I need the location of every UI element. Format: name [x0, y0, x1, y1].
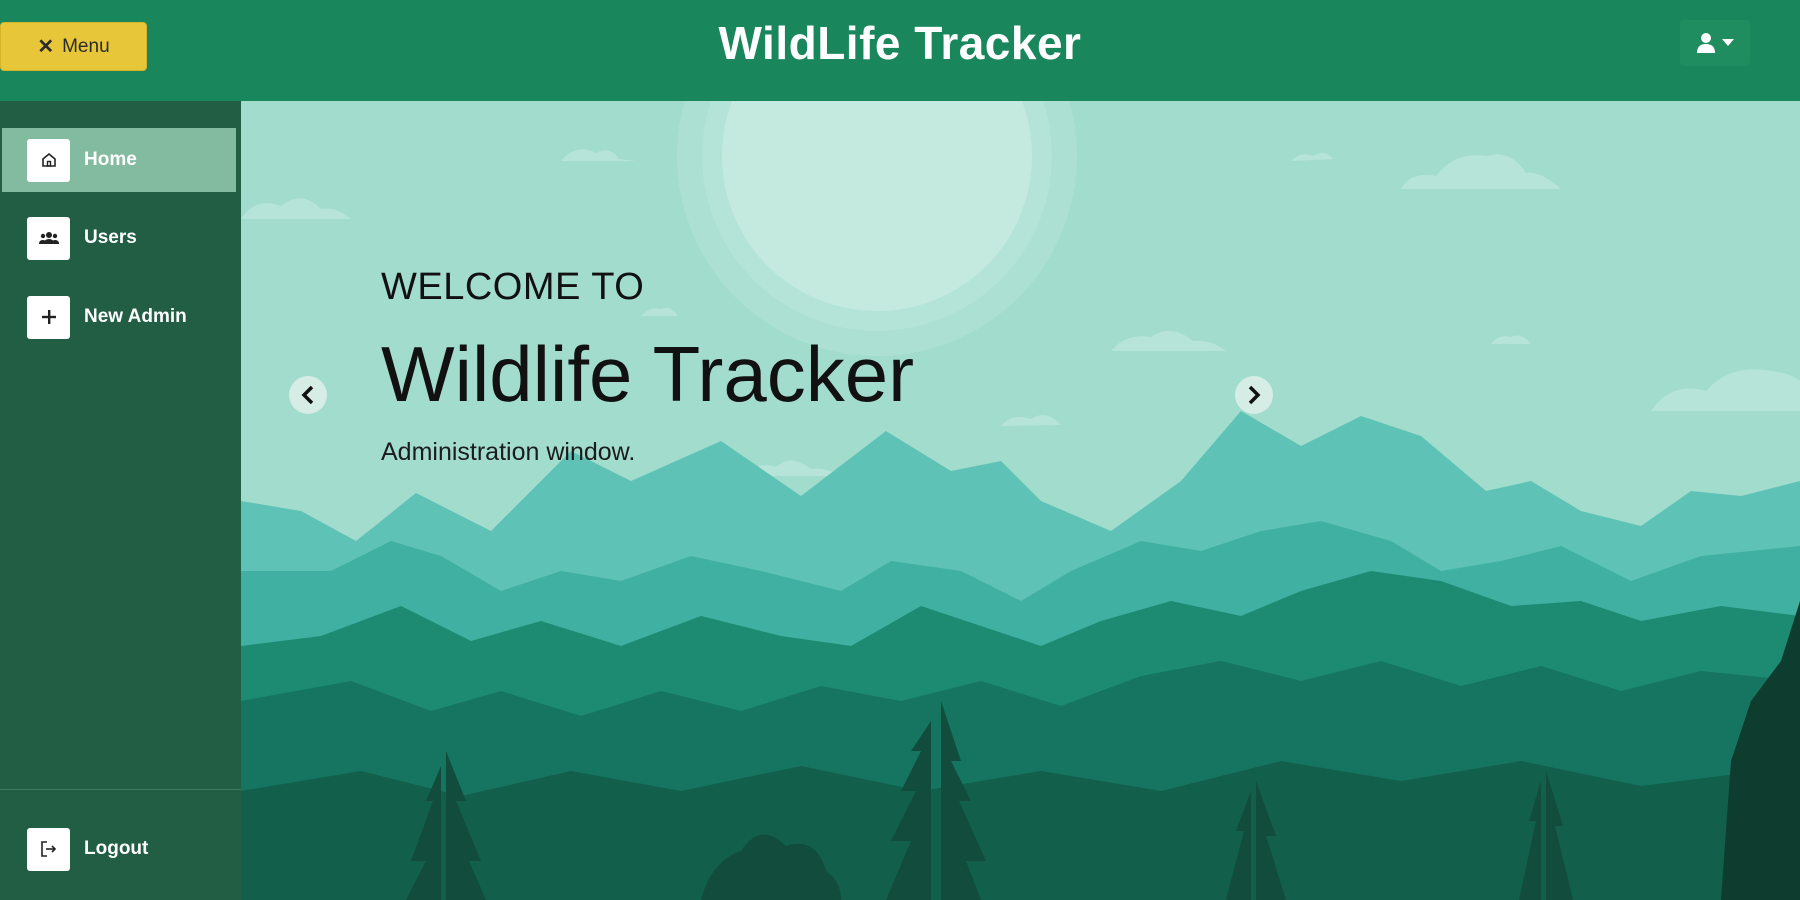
hero-subtitle: Administration window.: [381, 438, 636, 466]
chevron-right-icon: [1248, 385, 1261, 405]
sidebar-divider: [0, 789, 241, 790]
users-icon: [27, 216, 70, 260]
user-icon: [1697, 33, 1715, 53]
app-title: WildLife Tracker: [718, 17, 1082, 69]
sidebar-item-new-admin[interactable]: New Admin: [2, 285, 236, 349]
hero-welcome-text: WELCOME TO: [381, 266, 645, 308]
carousel-next-button[interactable]: [1235, 376, 1273, 414]
chevron-left-icon: [301, 385, 314, 405]
caret-down-icon: [1722, 39, 1734, 46]
top-navbar: ✕ Menu WildLife Tracker: [0, 0, 1800, 101]
sidebar-item-label: Users: [84, 227, 137, 248]
sidebar: Home Users New Admin Logout: [0, 101, 241, 900]
carousel-prev-button[interactable]: [289, 376, 327, 414]
landscape-illustration: [241, 101, 1800, 900]
logout-icon: [27, 827, 70, 871]
hero-title: Wildlife Tracker: [381, 330, 915, 418]
hero-caption: WELCOME TO Wildlife Tracker Administrati…: [381, 266, 914, 467]
sidebar-item-label: Home: [84, 149, 137, 170]
sidebar-item-logout[interactable]: Logout: [2, 817, 236, 881]
plus-icon: [27, 295, 70, 339]
sidebar-item-label: Logout: [84, 838, 149, 859]
user-dropdown-button[interactable]: [1680, 20, 1750, 66]
home-icon: [27, 138, 70, 182]
hero-carousel: WELCOME TO Wildlife Tracker Administrati…: [241, 101, 1800, 900]
sidebar-item-users[interactable]: Users: [2, 206, 236, 270]
sidebar-item-home[interactable]: Home: [2, 128, 236, 192]
sidebar-item-label: New Admin: [84, 306, 187, 327]
